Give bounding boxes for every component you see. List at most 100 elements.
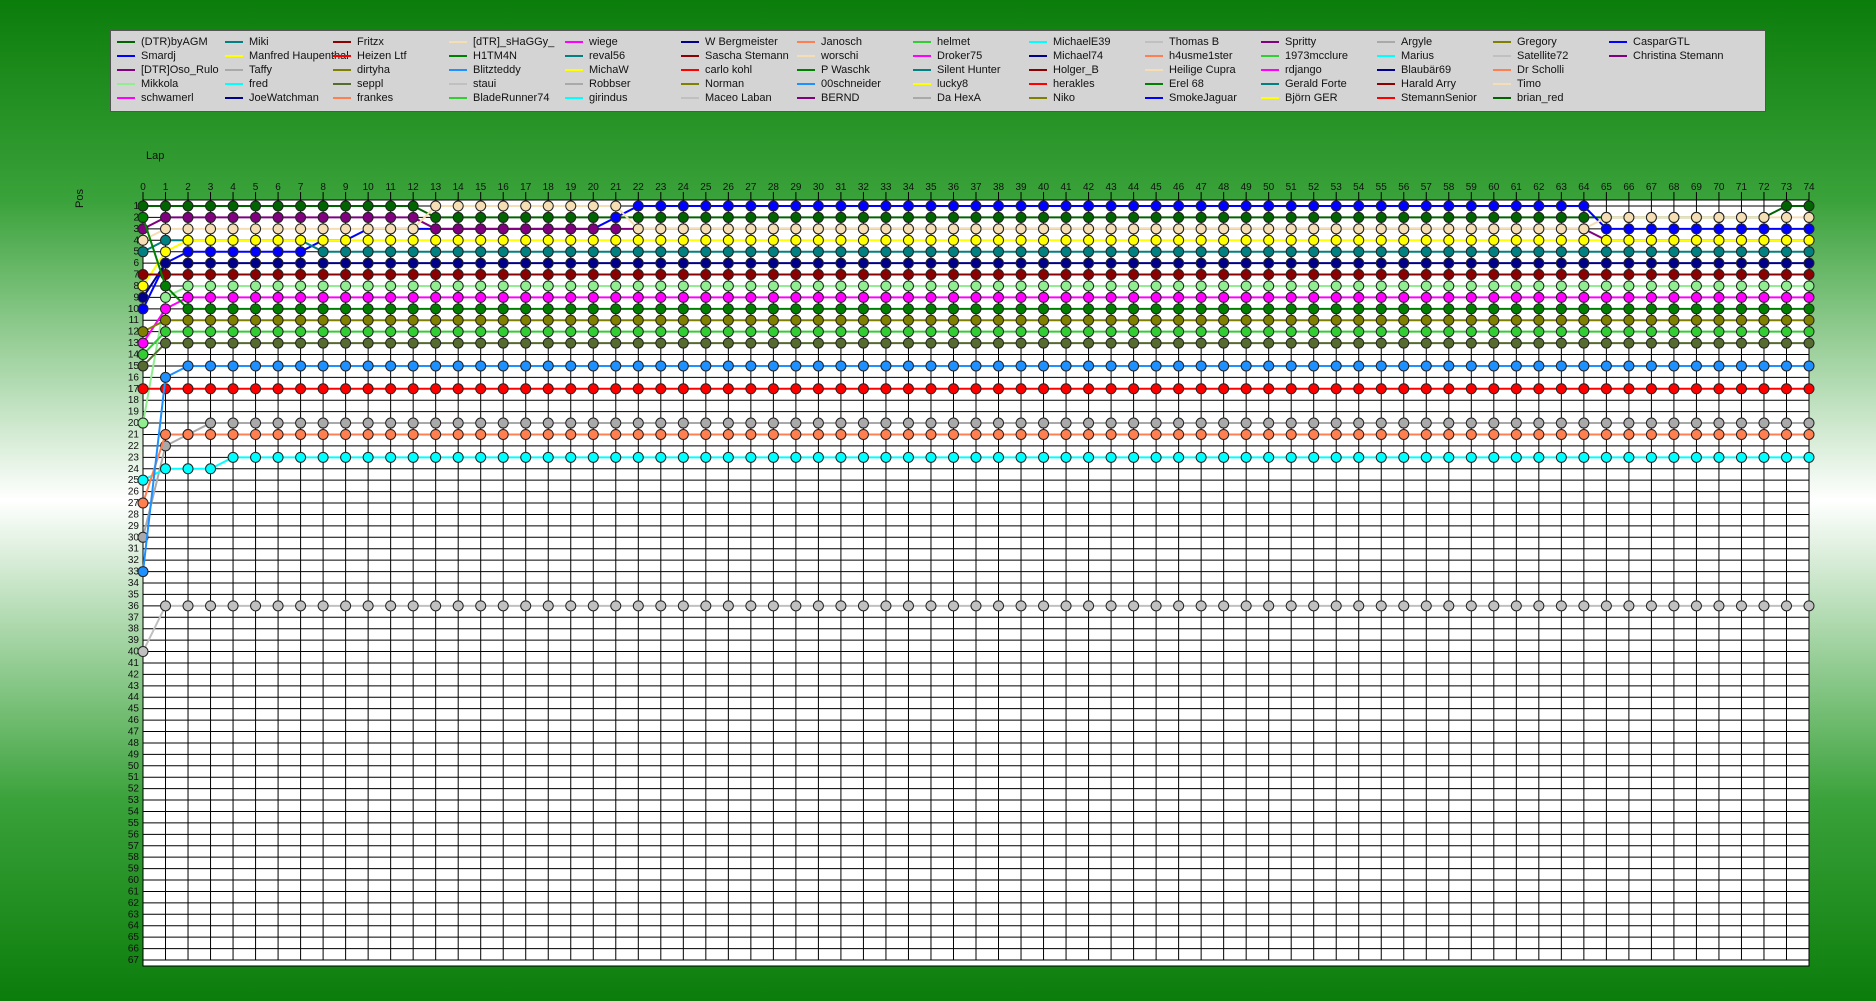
series-point	[1443, 337, 1455, 349]
x-tick-label: 26	[723, 182, 735, 193]
series-point	[1263, 246, 1275, 258]
series-point	[655, 417, 667, 429]
series-point	[542, 451, 554, 463]
series-point	[160, 371, 172, 383]
series-point	[700, 246, 712, 258]
series-point	[610, 451, 622, 463]
series-point	[1668, 246, 1680, 258]
x-tick-label: 44	[1128, 182, 1140, 193]
series-point	[1623, 451, 1635, 463]
series-point	[317, 291, 329, 303]
series-point	[1398, 291, 1410, 303]
series-point	[610, 428, 622, 440]
series-point	[362, 257, 374, 269]
series-point	[1308, 211, 1320, 223]
series-point	[1735, 314, 1747, 326]
series-point	[925, 314, 937, 326]
series-point	[970, 326, 982, 338]
series-point	[317, 383, 329, 395]
series-point	[1713, 326, 1725, 338]
series-point	[1285, 600, 1297, 612]
series-point	[497, 451, 509, 463]
series-point	[1465, 280, 1477, 292]
series-point	[227, 200, 239, 212]
series-point	[250, 337, 262, 349]
series-point	[632, 383, 644, 395]
series-point	[340, 383, 352, 395]
series-point	[362, 600, 374, 612]
series-point	[993, 451, 1005, 463]
series-point	[1780, 211, 1792, 223]
series-point	[790, 246, 802, 258]
series-point	[160, 463, 172, 475]
series-point	[1240, 246, 1252, 258]
series-point	[1285, 291, 1297, 303]
x-tick-label: 48	[1218, 182, 1230, 193]
series-point	[272, 280, 284, 292]
series-point	[1263, 417, 1275, 429]
series-point	[362, 360, 374, 372]
series-point	[1488, 269, 1500, 281]
series-point	[993, 337, 1005, 349]
series-point	[1420, 600, 1432, 612]
series-point	[565, 326, 577, 338]
series-point	[452, 303, 464, 315]
series-point	[160, 314, 172, 326]
series-point	[993, 246, 1005, 258]
series-point	[1263, 428, 1275, 440]
series-point	[1465, 269, 1477, 281]
series-point	[1420, 417, 1432, 429]
series-point	[317, 211, 329, 223]
series-point	[767, 211, 779, 223]
series-point	[767, 291, 779, 303]
series-point	[1713, 234, 1725, 246]
series-point	[857, 417, 869, 429]
series-point	[182, 463, 194, 475]
series-point	[947, 303, 959, 315]
series-point	[1803, 223, 1815, 235]
series-point	[340, 211, 352, 223]
series-point	[1578, 291, 1590, 303]
series-point	[1420, 291, 1432, 303]
series-point	[1105, 360, 1117, 372]
series-point	[1240, 234, 1252, 246]
x-tick-label: 58	[1443, 182, 1455, 193]
series-point	[610, 326, 622, 338]
series-point	[227, 600, 239, 612]
series-point	[1218, 303, 1230, 315]
series-point	[1060, 326, 1072, 338]
series-point	[1128, 234, 1140, 246]
series-point	[1668, 234, 1680, 246]
series-point	[925, 280, 937, 292]
series-point	[1195, 600, 1207, 612]
series-point	[1420, 360, 1432, 372]
series-point	[1533, 451, 1545, 463]
series-point	[857, 200, 869, 212]
series-point	[1150, 223, 1162, 235]
series-point	[1375, 303, 1387, 315]
series-point	[745, 314, 757, 326]
series-point	[902, 337, 914, 349]
series-point	[1713, 383, 1725, 395]
series-point	[1375, 417, 1387, 429]
series-point	[1083, 291, 1095, 303]
series-point	[1443, 600, 1455, 612]
series-point	[1443, 383, 1455, 395]
series-point	[272, 428, 284, 440]
series-point	[1038, 223, 1050, 235]
series-point	[1083, 383, 1095, 395]
series-point	[1060, 269, 1072, 281]
series-point	[1623, 428, 1635, 440]
series-point	[902, 223, 914, 235]
series-point	[1150, 291, 1162, 303]
series-point	[385, 383, 397, 395]
series-point	[947, 291, 959, 303]
y-tick-label: 57	[128, 841, 140, 852]
series-point	[767, 303, 779, 315]
series-point	[1240, 337, 1252, 349]
series-point	[1105, 223, 1117, 235]
series-point	[993, 257, 1005, 269]
series-point	[745, 326, 757, 338]
series-point	[1195, 360, 1207, 372]
series-point	[1083, 200, 1095, 212]
